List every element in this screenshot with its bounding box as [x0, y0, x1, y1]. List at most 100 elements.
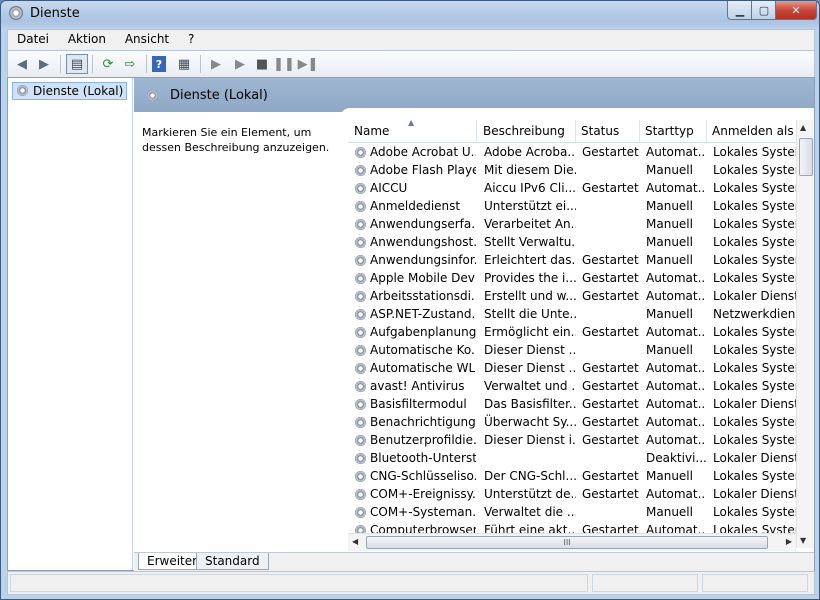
- service-name: Anwendungshost...: [370, 235, 476, 249]
- table-row[interactable]: Anwendungserfa... Verarbeitet An... Manuel…: [348, 215, 796, 233]
- table-row[interactable]: Benachrichtigung... Überwacht Sy... Gestar…: [348, 413, 796, 431]
- console-tree-icon[interactable]: ▤: [66, 54, 88, 74]
- hscroll-thumb[interactable]: III: [366, 536, 768, 549]
- service-name: Anwendungsinfor...: [370, 253, 476, 267]
- close-button[interactable]: ✕: [775, 1, 817, 20]
- table-row[interactable]: Anwendungsinfor... Erleichtert das... Gest…: [348, 251, 796, 269]
- gear-icon: [146, 89, 159, 102]
- service-description: Ermöglicht ein...: [484, 325, 576, 339]
- table-row[interactable]: CNG-Schlüsseliso... Der CNG-Schl... Gestar…: [348, 467, 796, 485]
- service-logon: Lokales System: [713, 235, 796, 249]
- service-rows: Adobe Acrobat U... Adobe Acroba... Gestart…: [348, 143, 796, 539]
- menu-ansicht[interactable]: Ansicht: [119, 30, 175, 46]
- table-row[interactable]: Bluetooth-Unterst... Deaktivi... Lokaler D…: [348, 449, 796, 467]
- service-description: Verwaltet die ...: [484, 505, 576, 519]
- service-logon: Lokales System: [713, 199, 796, 213]
- properties-icon[interactable]: ▦: [174, 54, 194, 74]
- tree-node-services-local[interactable]: Dienste (Lokal): [12, 82, 128, 100]
- service-description: Erleichtert das...: [484, 253, 576, 267]
- service-gear-icon: [354, 506, 367, 519]
- service-status: Gestartet: [582, 271, 639, 285]
- table-row[interactable]: Aufgabenplanung Ermöglicht ein... Gestarte…: [348, 323, 796, 341]
- table-row[interactable]: Anmeldedienst Unterstützt ei... Manuell Lok…: [348, 197, 796, 215]
- table-row[interactable]: Adobe Flash Playe... Mit diesem Die... Man…: [348, 161, 796, 179]
- table-row[interactable]: Adobe Acrobat U... Adobe Acroba... Gestart…: [348, 143, 796, 161]
- menu-help[interactable]: ?: [182, 30, 200, 46]
- service-name: Automatische WL...: [370, 361, 476, 375]
- column-header: Name ▲ Beschreibung Status Starttyp Anme…: [348, 120, 796, 143]
- service-name: Arbeitsstationsdi...: [370, 289, 476, 303]
- gear-icon: [16, 84, 29, 97]
- table-row[interactable]: Basisfiltermodul Das Basisfilter... Gestar…: [348, 395, 796, 413]
- service-logon: Lokales System: [713, 145, 796, 159]
- start-icon[interactable]: ▶: [206, 54, 226, 74]
- column-header-status[interactable]: Status: [575, 120, 640, 142]
- service-gear-icon: [354, 308, 367, 321]
- service-starttype: Manuell: [646, 469, 693, 483]
- service-status: Gestartet: [582, 379, 639, 393]
- maximize-icon: ▢: [758, 3, 770, 17]
- refresh-icon[interactable]: ⟳: [98, 54, 118, 74]
- pause-icon[interactable]: ❚❚: [273, 54, 295, 74]
- table-row[interactable]: Anwendungshost... Stellt Verwaltu... Manue…: [348, 233, 796, 251]
- scroll-up-icon[interactable]: ▲: [800, 123, 806, 132]
- service-logon: Lokales System: [713, 505, 796, 519]
- service-gear-icon: [354, 416, 367, 429]
- title-bar[interactable]: Dienste ▁ ▢ ✕: [1, 1, 819, 27]
- minimize-icon: ▁: [735, 3, 745, 17]
- column-header-logon[interactable]: Anmelden als: [706, 120, 796, 142]
- stop-icon[interactable]: ■: [252, 54, 272, 74]
- scroll-left-icon[interactable]: ◀: [352, 537, 358, 546]
- close-icon: ✕: [791, 3, 801, 17]
- service-logon: Lokales System: [713, 469, 796, 483]
- export-icon[interactable]: ⇨: [120, 54, 140, 74]
- menu-datei[interactable]: Datei: [11, 30, 55, 46]
- vertical-scrollbar[interactable]: ▲ ▼: [796, 120, 814, 548]
- restart-icon[interactable]: ▶❚: [298, 54, 319, 74]
- service-starttype: Automat...: [646, 487, 706, 501]
- table-row[interactable]: Automatische Ko... Dieser Dienst ... Manue…: [348, 341, 796, 359]
- horizontal-scrollbar[interactable]: ◀ III ▶: [348, 533, 796, 551]
- column-header-starttype[interactable]: Starttyp: [639, 120, 707, 142]
- scroll-thumb[interactable]: [799, 138, 813, 176]
- service-description: Unterstützt ei...: [484, 199, 576, 213]
- table-row[interactable]: avast! Antivirus Verwaltet und ... Gestart…: [348, 377, 796, 395]
- service-logon: Lokaler Dienst: [713, 289, 796, 303]
- service-status: Gestartet: [582, 361, 639, 375]
- toolbar: ◀ ▶ ▤ ⟳ ⇨ ? ▦ ▶ ▶ ■ ❚❚ ▶❚: [7, 50, 815, 78]
- back-icon[interactable]: ◀: [12, 54, 32, 74]
- scroll-down-icon[interactable]: ▼: [800, 536, 806, 545]
- table-row[interactable]: COM+-Ereignissy... Unterstützt de... Gesta…: [348, 485, 796, 503]
- menu-aktion[interactable]: Aktion: [62, 30, 112, 46]
- service-starttype: Automat...: [646, 379, 706, 393]
- table-row[interactable]: Apple Mobile Devi... Provides the i... Ges…: [348, 269, 796, 287]
- service-name: COM+-Ereignissy...: [370, 487, 476, 501]
- service-logon: Lokales System: [713, 253, 796, 267]
- service-starttype: Manuell: [646, 343, 693, 357]
- service-status: Gestartet: [582, 253, 639, 267]
- help-icon[interactable]: ?: [152, 56, 166, 72]
- service-description: Unterstützt de...: [484, 487, 576, 501]
- scroll-right-icon[interactable]: ▶: [786, 537, 792, 546]
- service-logon: Lokales System: [713, 325, 796, 339]
- forward-icon[interactable]: ▶: [34, 54, 54, 74]
- table-row[interactable]: COM+-Systeman... Verwaltet die ... Manuell…: [348, 503, 796, 521]
- service-starttype: Manuell: [646, 163, 693, 177]
- start-alt-icon[interactable]: ▶: [230, 54, 250, 74]
- table-row[interactable]: Benutzerprofildie... Dieser Dienst i... Ge…: [348, 431, 796, 449]
- table-row[interactable]: AICCU Aiccu IPv6 Cli... Gestartet Automat..…: [348, 179, 796, 197]
- maximize-button[interactable]: ▢: [751, 1, 777, 20]
- table-row[interactable]: ASP.NET-Zustand... Stellt die Unte... Manu…: [348, 305, 796, 323]
- toolbar-separator: [200, 55, 201, 73]
- service-name: Benutzerprofildie...: [370, 433, 476, 447]
- services-list: Name ▲ Beschreibung Status Starttyp Anme…: [348, 120, 796, 548]
- service-starttype: Manuell: [646, 505, 693, 519]
- minimize-button[interactable]: ▁: [727, 1, 753, 20]
- table-row[interactable]: Automatische WL... Dieser Dienst ... Gesta…: [348, 359, 796, 377]
- tab-standard[interactable]: Standard: [196, 553, 269, 570]
- tree-node-label: Dienste (Lokal): [33, 84, 124, 98]
- service-gear-icon: [354, 254, 367, 267]
- column-header-description[interactable]: Beschreibung: [477, 120, 576, 142]
- service-gear-icon: [354, 146, 367, 159]
- table-row[interactable]: Arbeitsstationsdi... Erstellt und w... Ges…: [348, 287, 796, 305]
